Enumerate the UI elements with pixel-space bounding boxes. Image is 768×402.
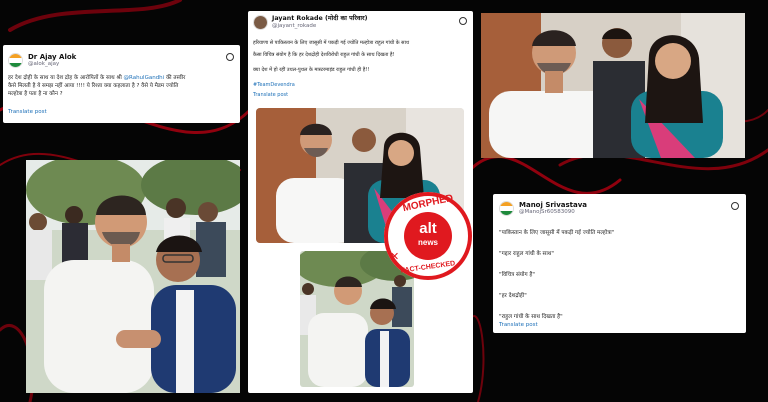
tweet-text-line2: कैसा विचित्र संयोग है कि हर देशद्रोही दे… [253, 52, 395, 58]
quote-line: "पाकिस्तान के लिए जासूसी में पकड़ी गई ज्… [499, 230, 615, 236]
tweet-text-line3: क्या देश में हो रहीं उथल-पुथल के मास्टरम… [253, 67, 370, 73]
tweet-text-line3: मल्होत्रा है पता है ना कौन ? [8, 91, 63, 97]
x-logo-icon [459, 17, 467, 25]
quote-line: "विचित्र संयोग है" [499, 272, 535, 278]
morphed-fact-checked-stamp: MORPHED alt news ✕ FACT-CHECKED [382, 190, 474, 282]
x-logo-icon [731, 202, 739, 210]
hashtag-link[interactable]: #TeamDevendra [253, 79, 468, 91]
tweet-text: हर देश द्रोही के साथ या देश द्रोह के आरो… [8, 74, 238, 98]
avatar[interactable] [8, 53, 23, 68]
translate-post-link[interactable]: Translate post [8, 108, 47, 116]
tweet-text: हरियाणा से पाकिस्तान के लिए जासूसी में प… [253, 37, 468, 99]
tweet-text-line1: हरियाणा से पाकिस्तान के लिए जासूसी में प… [253, 40, 410, 46]
photo-rally [26, 160, 240, 393]
mention-link[interactable]: @RahulGandhi [124, 75, 165, 81]
tweet-card-ajay-alok: Dr Ajay Alok @alok_ajay हर देश द्रोही के… [3, 45, 240, 123]
quote-line: "हर देशद्रोही" [499, 293, 527, 299]
author-name[interactable]: Jayant Rokade (मोदी का परिवार) [272, 15, 368, 23]
stamp-brand-top: alt [419, 220, 437, 237]
author-name[interactable]: Manoj Srivastava [519, 201, 587, 209]
translate-post-link[interactable]: Translate post [499, 321, 538, 329]
translate-post-link[interactable]: Translate post [253, 91, 468, 99]
x-logo-icon [226, 53, 234, 61]
author-handle[interactable]: @ManojSr60583090 [519, 209, 587, 216]
tweet-text-line2: कैसे मिलती है ये समझ नहीं आया !!!! ये रि… [8, 83, 179, 89]
tweet-text: "पाकिस्तान के लिए जासूसी में पकड़ी गई ज्… [499, 223, 739, 328]
avatar[interactable] [253, 15, 268, 30]
cross-icon: ✕ [390, 250, 400, 263]
tweet-text-line1-end: की तस्वीर [164, 75, 186, 81]
tweet-text-line1: हर देश द्रोही के साथ या देश द्रोह के आरो… [8, 75, 124, 81]
author-handle[interactable]: @alok_ajay [28, 61, 76, 68]
photo-indoor-large [481, 13, 745, 158]
quote-line: "गद्दार राहुल गांधी के साथ" [499, 251, 554, 257]
author-handle[interactable]: @jayant_rokade [272, 23, 368, 30]
avatar[interactable] [499, 201, 514, 216]
tweet-card-manoj-srivastava: Manoj Srivastava @ManojSr60583090 "पाकिस… [493, 194, 746, 333]
author-name[interactable]: Dr Ajay Alok [28, 53, 76, 61]
stamp-brand-bottom: news [417, 238, 438, 247]
